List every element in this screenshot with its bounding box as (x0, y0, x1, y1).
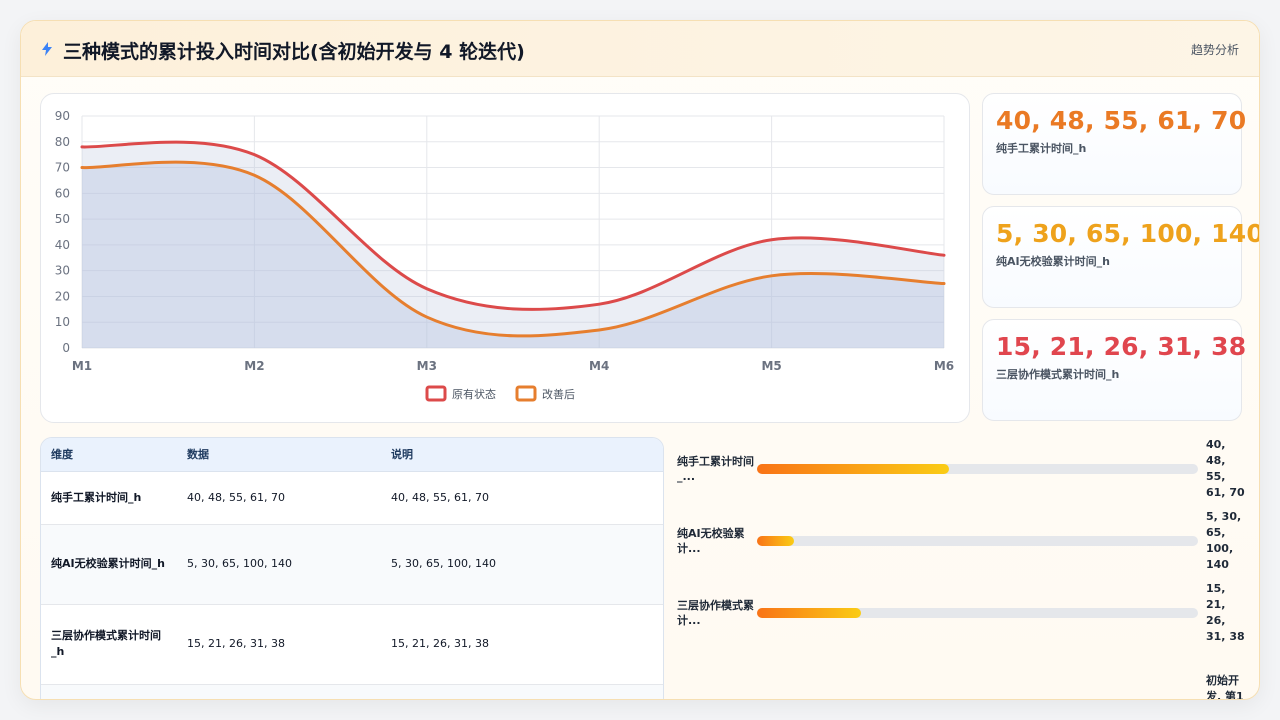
progress-bars: 纯手工累计时间_... 40, 48, 55, 61, 70 纯AI无校验累计.… (676, 437, 1259, 700)
area-chart: 0 10 20 30 40 50 60 70 80 90 M1 M2 M3 M4 M5 M6 原有状态 改善后 (55, 109, 954, 402)
stat-label: 纯AI无校验累计时间_h (996, 255, 1110, 268)
stat-value: 40, 48, 55, 61, 70 (996, 106, 1247, 135)
y-tick-label: 30 (55, 264, 70, 278)
header: 三种模式的累计投入时间对比(含初始开发与 4 轮迭代) 趋势分析 (21, 21, 1259, 77)
trend-analysis-link[interactable]: 趋势分析 (1191, 41, 1239, 58)
bar-fill (757, 464, 949, 474)
bar-fill (757, 608, 861, 618)
x-tick-label: M2 (244, 359, 264, 373)
y-tick-label: 20 (55, 289, 70, 303)
cell-data: 15, 21, 26, 31, 38 (177, 604, 381, 685)
bar-value: 15, 21, 26, 31, 38 (1206, 582, 1245, 643)
table-row: 纯手工累计时间_h 40, 48, 55, 61, 70 40, 48, 55,… (41, 471, 663, 525)
x-tick-label: M4 (589, 359, 609, 373)
bar-track (757, 608, 1198, 618)
bar-track (757, 464, 1198, 474)
cell-empty (41, 684, 177, 699)
data-table: 维度 数据 说明 纯手工累计时间_h 40, 48, 55, 61, 70 40… (41, 438, 663, 699)
bar-value: 40, 48, 55, 61, 70 (1206, 438, 1245, 499)
page-title: 三种模式的累计投入时间对比(含初始开发与 4 轮迭代) (63, 41, 525, 63)
column-header-note[interactable]: 说明 (381, 438, 663, 472)
chart-panel: 0 10 20 30 40 50 60 70 80 90 M1 M2 M3 M4 M5 M6 原有状态 改善后 (40, 93, 970, 423)
column-header-dimension[interactable]: 维度 (41, 438, 177, 472)
legend-label: 原有状态 (452, 387, 496, 401)
cell-data: 5, 30, 65, 100, 140 (177, 524, 381, 605)
y-tick-label: 10 (55, 315, 70, 329)
x-tick-label: M5 (761, 359, 781, 373)
legend-label: 改善后 (542, 387, 575, 401)
dashboard-card: 三种模式的累计投入时间对比(含初始开发与 4 轮迭代) 趋势分析 0 10 20 30… (20, 20, 1260, 700)
x-tick-label: M6 (934, 359, 954, 373)
cell-data: 40, 48, 55, 61, 70 (177, 471, 381, 525)
bar-label: 纯AI无校验累计... (677, 527, 745, 555)
table-row (41, 684, 663, 699)
stat-value: 15, 21, 26, 31, 38 (996, 332, 1247, 361)
y-tick-label: 70 (55, 161, 70, 175)
stat-card-three-layer: 15, 21, 26, 31, 38 三层协作模式累计时间_h (982, 319, 1246, 421)
y-tick-label: 40 (55, 238, 70, 252)
stat-value: 5, 30, 65, 100, 140 (996, 219, 1260, 248)
stat-label: 纯手工累计时间_h (996, 142, 1087, 155)
cell-empty (381, 684, 663, 699)
y-tick-label: 80 (55, 135, 70, 149)
bar-value: 5, 30, 65, 100, 140 (1206, 510, 1242, 571)
stat-card-manual: 40, 48, 55, 61, 70 纯手工累计时间_h (982, 93, 1246, 195)
cell-empty (177, 684, 381, 699)
bar-label: 三层协作模式累计... (677, 599, 754, 627)
y-tick-label: 0 (62, 341, 70, 355)
cell-dimension: 纯手工累计时间_h (41, 471, 177, 525)
column-header-data[interactable]: 数据 (177, 438, 381, 472)
x-tick-label: M1 (72, 359, 92, 373)
legend-swatch (425, 385, 447, 402)
data-table-panel: 维度 数据 说明 纯手工累计时间_h 40, 48, 55, 61, 70 40… (40, 437, 664, 699)
bar-value: 初始开发, 第1次迭 (1206, 674, 1244, 700)
table-header-row: 维度 数据 说明 (41, 438, 663, 472)
bar-fill (757, 536, 795, 546)
y-tick-label: 90 (55, 109, 70, 123)
legend-swatch (515, 385, 537, 402)
cell-dimension: 三层协作模式累计时间_h (41, 604, 177, 685)
cell-note: 5, 30, 65, 100, 140 (381, 524, 663, 605)
lightning-icon (42, 42, 52, 56)
x-tick-label: M3 (417, 359, 437, 373)
cell-note: 15, 21, 26, 31, 38 (381, 604, 663, 685)
stat-label: 三层协作模式累计时间_h (996, 368, 1120, 381)
stat-card-ai: 5, 30, 65, 100, 140 纯AI无校验累计时间_h (982, 206, 1259, 308)
y-tick-label: 60 (55, 186, 70, 200)
bar-track (757, 536, 1198, 546)
cell-note: 40, 48, 55, 61, 70 (381, 471, 663, 525)
table-row: 三层协作模式累计时间_h 15, 21, 26, 31, 38 15, 21, … (41, 604, 663, 685)
table-row: 纯AI无校验累计时间_h 5, 30, 65, 100, 140 5, 30, … (41, 524, 663, 605)
cell-dimension: 纯AI无校验累计时间_h (41, 524, 177, 605)
y-tick-label: 50 (55, 212, 70, 226)
bar-label: 纯手工累计时间_... (677, 455, 754, 483)
